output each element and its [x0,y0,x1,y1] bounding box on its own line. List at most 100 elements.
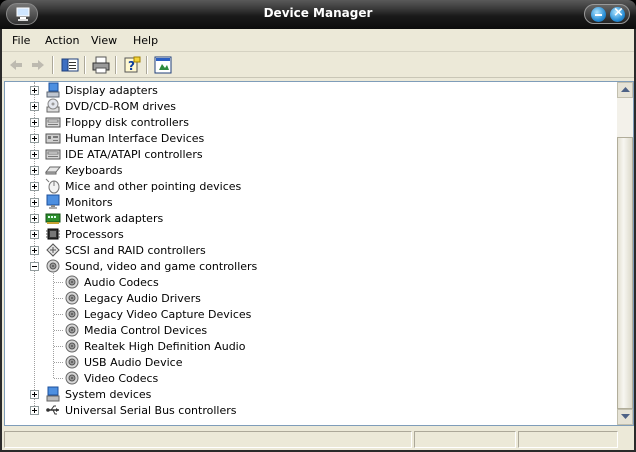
processor-icon [45,226,61,242]
status-pane-3 [518,431,618,448]
tree-device-node[interactable]: Realtek High Definition Audio [5,338,565,354]
toolbar-separator [146,56,148,74]
tree-category-node[interactable]: DVD/CD-ROM drives [5,98,565,114]
tree-device-label: Realtek High Definition Audio [84,340,246,353]
forward-button[interactable] [28,55,48,75]
tree-category-label: Human Interface Devices [65,132,205,145]
tree-category-node[interactable]: Monitors [5,194,565,210]
speaker-icon [45,258,61,274]
menu-action[interactable]: Action [45,34,79,47]
close-button[interactable] [610,5,625,22]
tree-category-label: SCSI and RAID controllers [65,244,206,257]
tree-category-node[interactable]: System devices [5,386,565,402]
tree-category-label: Monitors [65,196,113,209]
expand-toggle[interactable] [30,166,39,175]
status-pane-main [4,431,412,448]
expand-toggle[interactable] [30,150,39,159]
tree-device-label: Media Control Devices [84,324,208,337]
tree-category-node[interactable]: Display adapters [5,82,565,98]
tree-category-label: Display adapters [65,84,158,97]
menu-file[interactable]: File [12,34,30,47]
tree-device-node[interactable]: Legacy Video Capture Devices [5,306,565,322]
floppy-controller-icon [45,114,61,130]
properties-button[interactable] [153,55,173,75]
network-adapter-icon [45,210,61,226]
tree-device-node[interactable]: Audio Codecs [5,274,565,290]
monitor-icon [45,194,61,210]
tree-category-label: System devices [65,388,152,401]
tree-category-node[interactable]: SCSI and RAID controllers [5,242,565,258]
collapse-toggle[interactable] [30,262,39,271]
expand-toggle[interactable] [30,134,39,143]
speaker-icon [64,338,80,354]
expand-toggle[interactable] [30,390,39,399]
title-bar[interactable]: Device Manager [0,0,636,29]
window-controls [584,4,630,24]
hid-icon [45,130,61,146]
tree-category-label: Network adapters [65,212,164,225]
scroll-up-icon [621,87,630,92]
tree-category-node[interactable]: Mice and other pointing devices [5,178,565,194]
ide-controller-icon [45,146,61,162]
tree-device-node[interactable]: USB Audio Device [5,354,565,370]
expand-toggle[interactable] [30,86,39,95]
status-pane-2 [414,431,516,448]
tree-category-label: Floppy disk controllers [65,116,189,129]
print-icon [92,56,110,74]
menu-view[interactable]: View [91,34,117,47]
tree-device-node[interactable]: Media Control Devices [5,322,565,338]
tree-device-label: Audio Codecs [84,276,159,289]
keyboard-icon [44,162,62,178]
mouse-icon [45,178,61,194]
tree-device-label: Legacy Audio Drivers [84,292,201,305]
back-button[interactable] [6,55,26,75]
system-device-icon [45,386,61,402]
vertical-scrollbar[interactable] [617,82,633,425]
help-icon: ? [124,56,141,73]
toolbar-separator [115,56,117,74]
device-tree[interactable]: Display adapters DVD/CD-ROM drives Floppy … [5,82,617,425]
client-area: File Action View Help ? Display adapters… [2,29,634,450]
tree-category-node[interactable]: Network adapters [5,210,565,226]
tree-category-node[interactable]: Processors [5,226,565,242]
minimize-button[interactable] [591,7,606,22]
scroll-down-button[interactable] [617,409,633,425]
cdrom-icon [45,98,61,114]
show-hide-console-tree-button[interactable] [60,55,80,75]
tree-device-node[interactable]: Legacy Audio Drivers [5,290,565,306]
tree-device-node[interactable]: Video Codecs [5,370,565,386]
expand-toggle[interactable] [30,118,39,127]
scroll-up-button[interactable] [617,82,633,98]
tree-category-label: Mice and other pointing devices [65,180,242,193]
expand-toggle[interactable] [30,230,39,239]
scroll-thumb[interactable] [617,137,633,409]
tree-category-label: Sound, video and game controllers [65,260,258,273]
help-button[interactable]: ? [122,55,142,75]
scsi-icon [45,242,61,258]
expand-toggle[interactable] [30,182,39,191]
tree-category-label: IDE ATA/ATAPI controllers [65,148,203,161]
tree-category-node[interactable]: Sound, video and game controllers [5,258,565,274]
print-button[interactable] [91,55,111,75]
speaker-icon [64,290,80,306]
speaker-icon [64,370,80,386]
expand-toggle[interactable] [30,406,39,415]
tree-category-node[interactable]: Floppy disk controllers [5,114,565,130]
status-bar [2,428,634,450]
display-adapter-icon [45,82,61,98]
tree-category-node[interactable]: Universal Serial Bus controllers [5,402,565,418]
tree-category-label: Universal Serial Bus controllers [65,404,237,417]
expand-toggle[interactable] [30,198,39,207]
tree-category-node[interactable]: Keyboards [5,162,565,178]
expand-toggle[interactable] [30,214,39,223]
usb-icon [45,402,61,418]
tree-category-node[interactable]: Human Interface Devices [5,130,565,146]
show-hide-console-tree-icon [61,58,79,72]
toolbar-separator [84,56,86,74]
menu-bar: File Action View Help [2,29,634,52]
expand-toggle[interactable] [30,102,39,111]
expand-toggle[interactable] [30,246,39,255]
menu-help[interactable]: Help [133,34,158,47]
properties-icon [154,56,172,74]
tree-category-node[interactable]: IDE ATA/ATAPI controllers [5,146,565,162]
